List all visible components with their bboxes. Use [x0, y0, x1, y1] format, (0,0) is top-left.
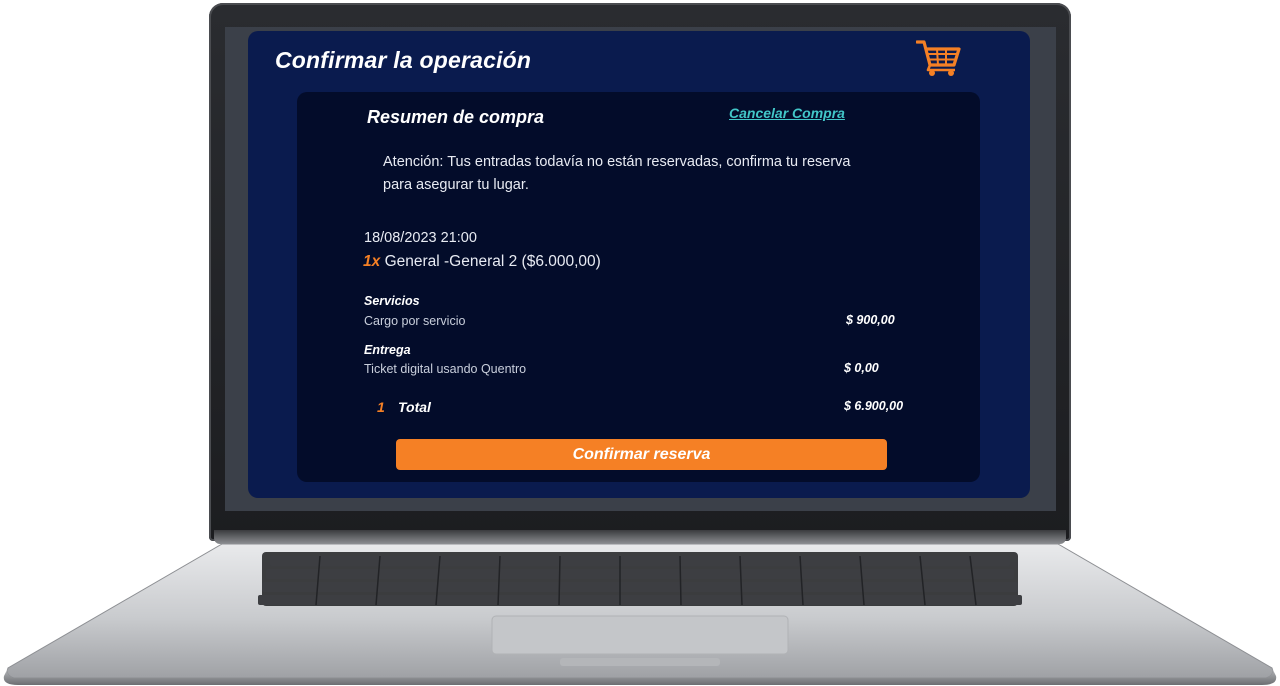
- ticket-description: General -General 2 ($6.000,00): [384, 253, 601, 270]
- delivery-amount: $ 0,00: [844, 361, 879, 375]
- ticket-quantity: 1x: [363, 253, 381, 270]
- service-charge-desc: Cargo por servicio: [364, 314, 466, 328]
- cancel-purchase-link[interactable]: Cancelar Compra: [729, 105, 845, 121]
- summary-title: Resumen de compra: [367, 107, 545, 127]
- shopping-cart-icon[interactable]: [916, 39, 962, 77]
- page-title: Confirmar la operación: [275, 47, 532, 73]
- total-amount: $ 6.900,00: [844, 399, 904, 413]
- checkout-window: Confirmar la operación Resumen de compra…: [248, 31, 1030, 498]
- delivery-label: Entrega: [364, 343, 411, 357]
- delivery-desc: Ticket digital usando Quentro: [364, 362, 527, 376]
- total-count: 1: [377, 399, 385, 415]
- purchase-summary-card: Resumen de compra Cancelar Compra Atenci…: [297, 92, 980, 482]
- ticket-line: 1x General -General 2 ($6.000,00): [363, 253, 601, 271]
- laptop-base: [3, 543, 1277, 685]
- event-datetime: 18/08/2023 21:00: [364, 230, 477, 246]
- reservation-notice: Atención: Tus entradas todavía no están …: [383, 154, 851, 193]
- confirm-reservation-button[interactable]: Confirmar reserva: [396, 439, 887, 470]
- total-label: Total: [398, 399, 431, 415]
- service-charge-amount: $ 900,00: [846, 313, 895, 327]
- services-label: Servicios: [364, 294, 420, 308]
